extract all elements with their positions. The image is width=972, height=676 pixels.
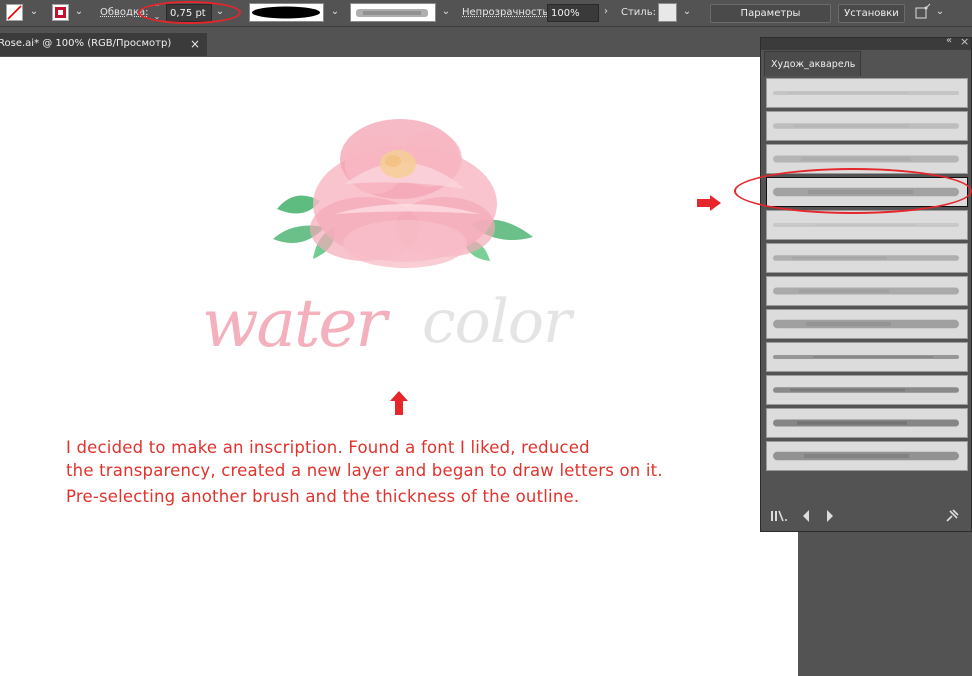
annotation-line-3: Pre-selecting another brush and the thic… [66,487,580,506]
brush-swatch[interactable] [766,243,968,273]
brush-swatch[interactable] [766,441,968,471]
brush-stroke-preview-icon [773,91,959,95]
annotation-line-1: I decided to make an inscription. Found … [66,438,590,457]
brush-stroke-preview-icon [773,123,959,129]
style-label: Стиль: [621,7,656,18]
no-fill-icon [7,5,22,20]
transform-dropdown-chevron-icon[interactable]: ⌄ [934,3,946,21]
lettering-water: water [202,285,387,362]
brush-stroke-preview-icon [773,319,959,329]
selected-brush-highlight-ellipse [734,168,972,214]
brush-swatch[interactable] [766,111,968,141]
brush-stroke-preview-icon [773,355,959,359]
brush-stroke-preview-icon [773,451,959,461]
panel-header[interactable]: « × [761,35,971,50]
stroke-dropdown-chevron-icon[interactable]: ⌄ [73,3,85,21]
collapse-panel-icon[interactable]: « [946,35,952,46]
style-swatch[interactable] [658,3,677,22]
brush-list [765,78,971,482]
panel-footer [761,503,971,531]
document-setup-button[interactable]: Параметры документа [710,4,831,36]
artboard[interactable]: water color I decided to make an inscrip… [0,57,798,676]
close-tab-icon[interactable]: × [190,33,200,55]
opacity-field[interactable]: 100% [547,4,599,22]
brush-swatch[interactable] [766,276,968,306]
brush-swatch[interactable] [766,309,968,339]
profile-dropdown-chevron-icon[interactable]: ⌄ [329,3,341,21]
right-arrow-icon [697,195,721,211]
brush-library-tab[interactable]: Худож_акварель [764,51,861,76]
brush-stroke-preview-icon [773,387,959,393]
brush-libraries-menu-icon[interactable] [770,509,788,523]
opacity-expand-arrow-icon[interactable]: › [600,3,612,21]
brush-swatch[interactable] [766,375,968,405]
opacity-label[interactable]: Непрозрачность: [462,4,552,22]
lettering-color: color [422,287,572,357]
brush-library-panel: « × Худож_акварель [760,35,972,532]
brush-stroke-preview-icon [773,287,959,295]
brush-swatch[interactable] [766,408,968,438]
document-tab-title: Rose.ai* @ 100% (RGB/Просмотр) [0,38,172,49]
fill-dropdown-chevron-icon[interactable]: ⌄ [28,3,40,21]
control-bar: ⌄ ⌄ Обводка: ⌃ ⌄ 0,75 pt ⌄ ⌄ ⌄ Непрозрачн… [0,0,972,36]
close-panel-icon[interactable]: × [960,35,969,48]
brush-swatch[interactable] [766,210,968,240]
style-dropdown-chevron-icon[interactable]: ⌄ [681,3,693,21]
annotation-line-2: the transparency, created a new layer an… [66,461,663,480]
profile-shape-icon [252,6,320,19]
watercolor-rose [273,119,533,268]
next-library-icon[interactable] [825,509,835,523]
brush-preview-icon [356,9,428,17]
stroke-highlight-ellipse [138,1,241,24]
brush-stroke-preview-icon [773,419,959,427]
variable-width-profile[interactable] [249,3,324,22]
stroke-swatch[interactable] [52,4,69,21]
up-arrow-icon [390,391,408,415]
lettering-group: water color [200,285,590,385]
pin-icon[interactable] [944,508,960,524]
brush-swatch[interactable] [766,78,968,108]
brush-stroke-preview-icon [773,255,959,261]
transform-icon[interactable] [912,3,932,23]
document-tab[interactable]: Rose.ai* @ 100% (RGB/Просмотр) × [0,33,207,56]
brush-swatch[interactable] [766,342,968,372]
preferences-button[interactable]: Установки [838,4,905,23]
brush-definition[interactable] [350,3,436,22]
brush-stroke-preview-icon [773,223,959,227]
previous-library-icon[interactable] [801,509,811,523]
brush-dropdown-chevron-icon[interactable]: ⌄ [440,3,452,21]
fill-swatch[interactable] [6,4,23,21]
